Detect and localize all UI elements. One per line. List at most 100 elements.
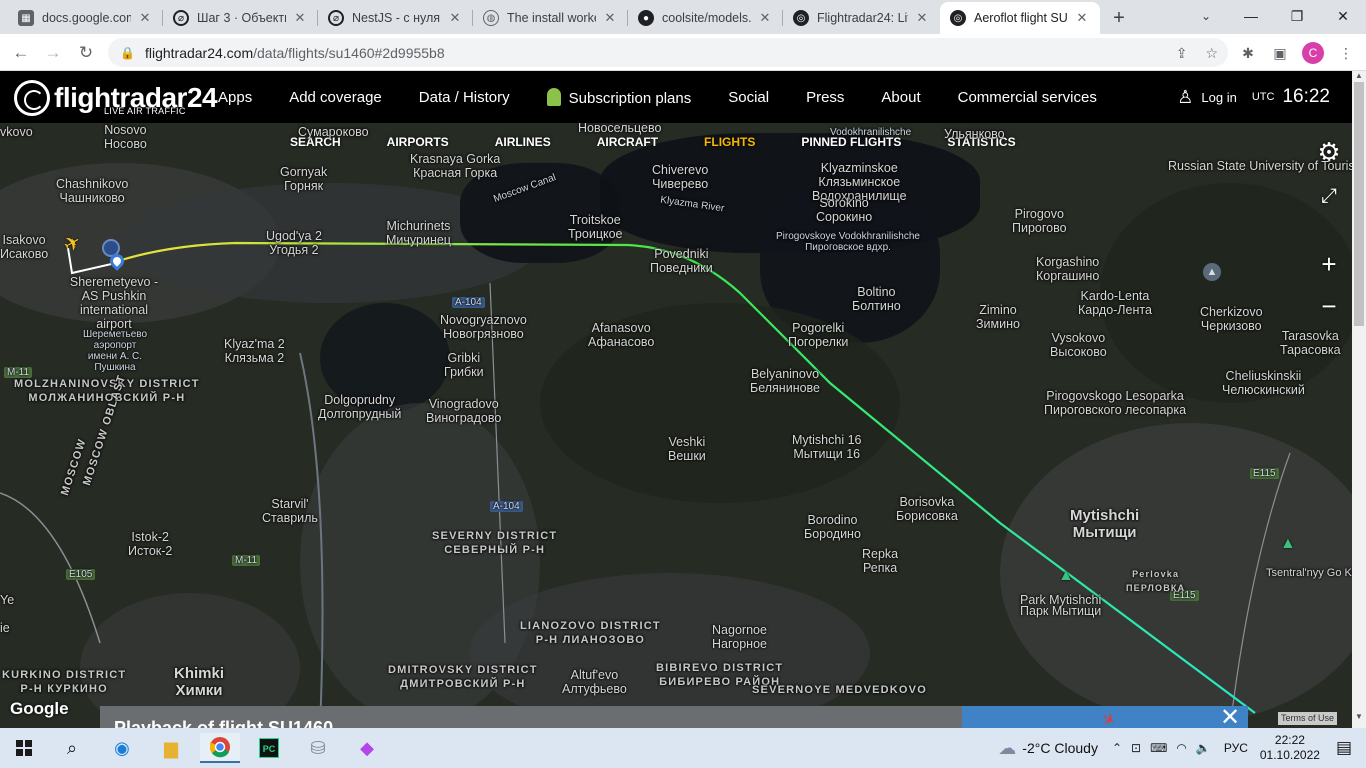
notification-center-icon[interactable]: ▤ (1336, 738, 1352, 758)
side-panel-icon[interactable]: ▣ (1270, 45, 1290, 62)
clock[interactable]: 22:22 01.10.2022 (1260, 733, 1320, 763)
map-label: Krasnaya Gorka Красная Горка (410, 152, 501, 180)
map-label: Vinogradovo Виноградово (426, 397, 502, 425)
input-method-icon[interactable]: ⌨ (1150, 741, 1167, 755)
new-tab-button[interactable]: + (1107, 6, 1131, 30)
road-shield: M-11 (232, 555, 261, 566)
bookmark-star-icon[interactable]: ☆ (1205, 45, 1218, 62)
close-tab-icon[interactable]: ✕ (914, 10, 930, 26)
tab-search-icon[interactable]: ⌄ (1196, 6, 1216, 26)
tray-chevron-icon[interactable]: ⌃ (1112, 741, 1122, 755)
file-explorer-icon[interactable]: ▆ (151, 733, 191, 763)
forward-icon[interactable]: → (40, 40, 66, 66)
minimize-icon[interactable]: — (1228, 0, 1274, 32)
globe-icon: ◍ (483, 10, 499, 26)
university-poi-icon[interactable]: ▲ (1203, 263, 1221, 281)
ad-banner[interactable]: ✈ (962, 706, 1212, 728)
browser-tab-active[interactable]: ◎ Aeroflot flight SU ✕ (940, 2, 1100, 34)
google-logo: Google (10, 699, 69, 718)
close-ad-icon[interactable]: ✕ (1212, 704, 1248, 728)
login-link[interactable]: Log in (1201, 90, 1236, 105)
subnav-airlines[interactable]: AIRLINES (495, 135, 551, 149)
user-icon[interactable]: ♙ (1177, 87, 1193, 108)
map-label: Istok-2 Исток-2 (128, 530, 173, 558)
map-label: Chashnikovo Чашниково (56, 177, 129, 205)
windows-start-icon[interactable] (4, 733, 44, 763)
airport-label[interactable]: Sheremetyevo - AS Pushkin international … (64, 275, 164, 331)
aeroflot-logo-icon: ✈ (1098, 709, 1119, 728)
map-road (0, 492, 101, 644)
nav-add-coverage[interactable]: Add coverage (289, 89, 382, 106)
network-adapter-icon[interactable]: ⊡ (1131, 741, 1141, 755)
browser-tab[interactable]: ▦ docs.google.com ✕ (8, 2, 163, 34)
browser-tab[interactable]: ● coolsite/models.p ✕ (628, 2, 783, 34)
reload-icon[interactable]: ↻ (73, 40, 99, 66)
browser-tab[interactable]: ◍ The install worke ✕ (473, 2, 628, 34)
taskbar-time: 22:22 (1274, 733, 1305, 747)
share-icon[interactable]: ⇪ (1176, 45, 1188, 62)
nav-press[interactable]: Press (806, 89, 844, 106)
search-icon[interactable]: ⌕ (52, 733, 92, 763)
profile-avatar[interactable]: C (1302, 42, 1324, 64)
lock-icon[interactable]: 🔒 (120, 46, 135, 60)
close-tab-icon[interactable]: ✕ (757, 10, 773, 26)
close-tab-icon[interactable]: ✕ (1074, 10, 1090, 26)
nav-commercial-services[interactable]: Commercial services (958, 89, 1097, 106)
subnav-flights[interactable]: FLIGHTS (704, 135, 755, 149)
browser-tab[interactable]: ◎ Flightradar24: Liv ✕ (783, 2, 940, 34)
nav-social[interactable]: Social (728, 89, 769, 106)
browser-tab[interactable]: ⌀ Шаг 3 · Объекты ✕ (163, 2, 318, 34)
nav-subscription-plans[interactable]: Subscription plans (546, 87, 691, 107)
map-label: Michurinets Мичуринец (386, 219, 451, 247)
close-window-icon[interactable]: ✕ (1320, 0, 1366, 32)
close-tab-icon[interactable]: ✕ (447, 10, 463, 26)
chrome-menu-icon[interactable]: ⋮ (1336, 45, 1356, 62)
map-label: Vysokovo Высоково (1050, 331, 1107, 359)
flight-map[interactable]: ✈ SEARCH AIRPORTS AIRLINES AIRCRAFT FLIG… (0, 123, 1352, 728)
terms-of-use-link[interactable]: Terms of Use (1278, 712, 1338, 725)
map-label: Sorokino Сорокино (816, 196, 873, 224)
park-poi-icon[interactable]: ▲ (1280, 535, 1296, 553)
nav-about[interactable]: About (881, 89, 920, 106)
road-shield: A-104 (452, 297, 485, 308)
language-indicator[interactable]: РУС (1224, 741, 1248, 755)
weather-widget[interactable]: ☁ -2°C Cloudy (998, 738, 1098, 759)
subnav-aircraft[interactable]: AIRCRAFT (597, 135, 658, 149)
zoom-out-button[interactable]: − (1314, 291, 1344, 321)
map-road (1229, 452, 1291, 728)
close-tab-icon[interactable]: ✕ (602, 10, 618, 26)
url-input[interactable]: 🔒 flightradar24.com/data/flights/su1460#… (108, 38, 1228, 67)
chrome-icon[interactable] (200, 733, 240, 763)
site-header: flightradar24 LIVE AIR TRAFFIC Apps Add … (0, 71, 1352, 123)
subnav-airports[interactable]: AIRPORTS (387, 135, 449, 149)
browser-tab[interactable]: ⌀ NestJS - с нуля, с ✕ (318, 2, 473, 34)
edge-browser-icon[interactable]: ◉ (102, 733, 142, 763)
flightradar-icon: ◎ (793, 10, 809, 26)
utc-label: UTC (1251, 91, 1275, 103)
cloud-icon: ☁ (998, 737, 1017, 758)
close-tab-icon[interactable]: ✕ (137, 10, 153, 26)
window-controls: — ❐ ✕ (1228, 0, 1366, 32)
back-icon[interactable]: ← (8, 40, 34, 66)
scroll-down-arrow-icon[interactable]: ▼ (1352, 712, 1366, 726)
database-app-icon[interactable]: ⛁ (298, 733, 338, 763)
fullscreen-icon[interactable]: ⤢ (1314, 181, 1344, 211)
playback-panel[interactable]: Playback of flight SU1460 (100, 706, 962, 728)
maximize-icon[interactable]: ❐ (1274, 0, 1320, 32)
nav-data-history[interactable]: Data / History (419, 89, 510, 106)
map-label: Ульянково (944, 127, 1005, 141)
nav-apps[interactable]: Apps (218, 89, 252, 106)
scroll-up-arrow-icon[interactable]: ▲ (1352, 71, 1366, 83)
color-drop-app-icon[interactable]: ◆ (347, 733, 387, 763)
page-scrollbar-thumb[interactable] (1354, 82, 1364, 326)
zoom-in-button[interactable]: + (1314, 249, 1344, 279)
close-tab-icon[interactable]: ✕ (292, 10, 308, 26)
extensions-icon[interactable]: ✱ (1238, 45, 1258, 62)
wifi-icon[interactable]: ◠ (1176, 741, 1186, 755)
park-poi-icon[interactable]: ▲ (1058, 567, 1074, 585)
volume-icon[interactable]: 🔈 (1196, 741, 1211, 755)
map-label: Tarasovka Тарасовка (1280, 329, 1341, 357)
map-label: Pirogovo Пирогово (1012, 207, 1067, 235)
road-shield: E115 (1250, 468, 1279, 479)
pycharm-icon[interactable]: PC (249, 733, 289, 763)
